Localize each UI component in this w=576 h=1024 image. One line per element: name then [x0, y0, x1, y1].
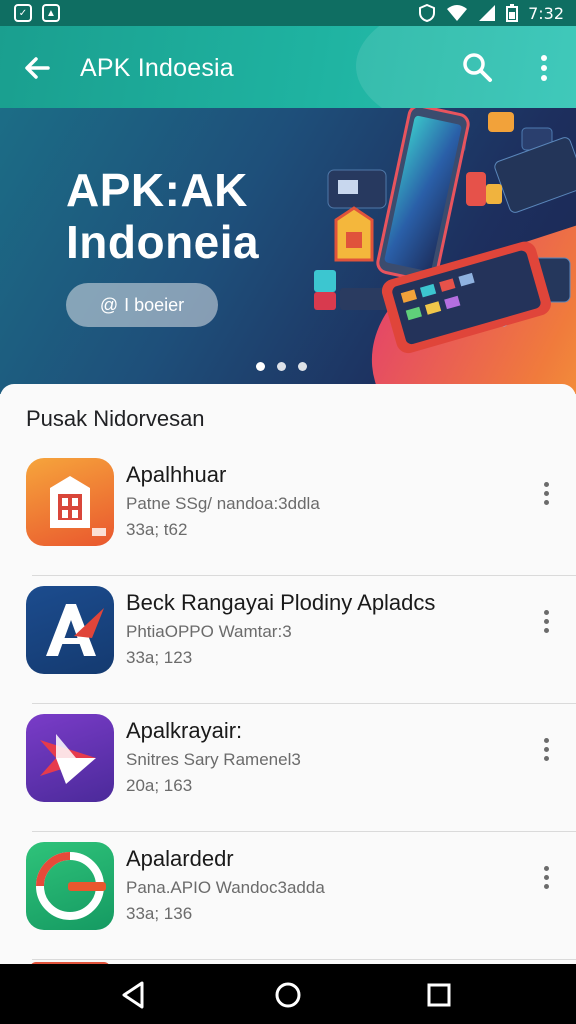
more-vertical-icon: [543, 865, 549, 871]
banner-title: APK:AK Indoneia: [66, 164, 260, 268]
app-meta: 20a; 163: [126, 776, 193, 795]
building-app-icon: [50, 476, 106, 536]
status-left-icons: ✓ ▲: [14, 4, 60, 22]
gallery-notification-icon: ▲: [42, 4, 60, 22]
app-list-card: Pusak Nidorvesan Apalhhuar Patne SSg/ na…: [0, 384, 576, 964]
app-icon: [26, 842, 114, 930]
devices-illustration: [314, 108, 576, 354]
shield-icon: [419, 4, 436, 22]
nav-recents-square-icon: [427, 983, 451, 1007]
status-right-icons: 7:32: [418, 4, 564, 23]
app-meta: 33a; 123: [126, 648, 193, 667]
search-icon: [463, 53, 492, 82]
banner-action-button[interactable]: @ I boeier: [66, 283, 218, 327]
promo-banner[interactable]: APK:AK Indoneia @ I boeier: [0, 108, 576, 394]
search-button[interactable]: [458, 48, 498, 88]
app-meta: 33a; 136: [126, 904, 193, 923]
app-subtitle: Pana.APIO Wandoc3adda: [126, 878, 325, 897]
status-time: 7:32: [528, 3, 564, 23]
more-vertical-icon: [543, 737, 549, 743]
app-name: Apalkrayair:: [126, 718, 243, 743]
letter-a-app-icon: [46, 604, 104, 656]
more-vertical-icon: [541, 55, 547, 81]
arrow-left-icon: [25, 57, 50, 79]
carousel-indicator[interactable]: [256, 362, 307, 371]
item-more-button[interactable]: [534, 862, 558, 892]
section-title: Pusak Nidorvesan: [26, 406, 205, 431]
app-icon: [26, 586, 114, 674]
more-vertical-icon: [543, 609, 549, 615]
back-button[interactable]: [18, 48, 58, 88]
play-arrow-app-icon: [40, 734, 96, 784]
battery-icon: [506, 4, 519, 22]
banner-button-label: I boeier: [124, 294, 185, 315]
nav-back-triangle-icon: [122, 981, 144, 1009]
app-meta: 33a; t62: [126, 520, 188, 539]
item-more-button[interactable]: [534, 734, 558, 764]
app-name: Apalhhuar: [126, 462, 227, 487]
app-bar: APK Indoesia: [0, 26, 576, 108]
app-subtitle: Snitres Sary Ramenel3: [126, 750, 301, 769]
item-more-button[interactable]: [534, 478, 558, 508]
list-item[interactable]: Apalkrayair: Snitres Sary Ramenel3 20a; …: [26, 704, 576, 832]
wifi-icon: [447, 5, 468, 21]
app-name: Beck Rangayai Plodiny Apladcs: [126, 590, 436, 615]
gauge-app-icon: [36, 852, 106, 920]
nav-recents-button[interactable]: [422, 978, 456, 1012]
signal-icon: [479, 5, 496, 21]
app-subtitle: PhtiaOPPO Wamtar:3: [126, 622, 292, 641]
app-icon: [26, 714, 114, 802]
list-item[interactable]: Beck Rangayai Plodiny Apladcs PhtiaOPPO …: [26, 576, 576, 704]
carousel-dot[interactable]: [277, 362, 286, 371]
more-vertical-icon: [543, 481, 549, 487]
banner-button-glyph: @: [99, 294, 119, 315]
status-bar: ✓ ▲ 7:32: [0, 0, 576, 26]
divider: [32, 959, 576, 960]
nav-home-button[interactable]: [271, 978, 305, 1012]
carousel-dot[interactable]: [256, 362, 265, 371]
nav-back-button[interactable]: [116, 978, 150, 1012]
carousel-dot[interactable]: [298, 362, 307, 371]
nav-home-circle-icon: [275, 982, 301, 1008]
item-more-button[interactable]: [534, 606, 558, 636]
app-icon: [26, 458, 114, 546]
app-subtitle: Patne SSg/ nandoa:3ddla: [126, 494, 320, 513]
list-item[interactable]: Apalardedr Pana.APIO Wandoc3adda 33a; 13…: [26, 832, 576, 960]
app-name: Apalardedr: [126, 846, 234, 871]
overflow-menu-button[interactable]: [526, 48, 562, 88]
notification-app-icon: ✓: [14, 4, 32, 22]
list-item[interactable]: Apalhhuar Patne SSg/ nandoa:3ddla 33a; t…: [26, 448, 576, 576]
system-nav-bar: [0, 964, 576, 1024]
page-title: APK Indoesia: [80, 54, 234, 82]
